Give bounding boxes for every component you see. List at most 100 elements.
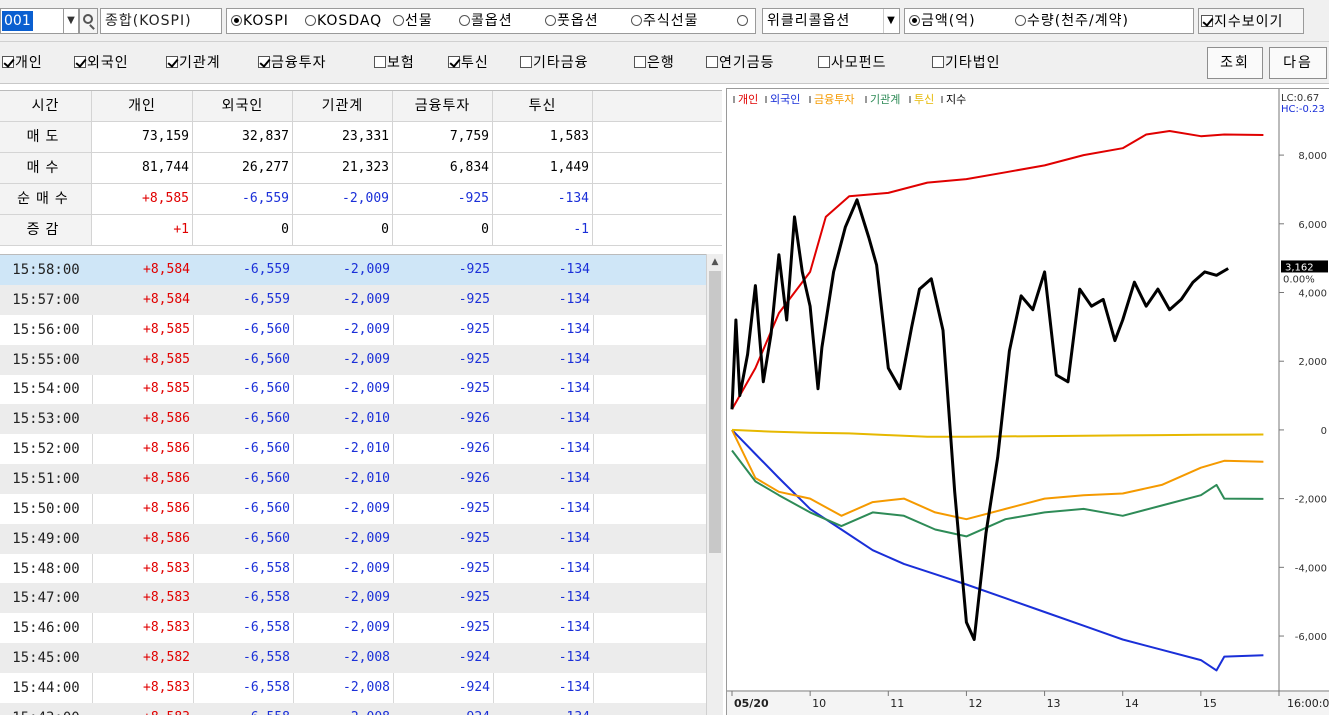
code-search-button[interactable] bbox=[79, 8, 98, 34]
summary-cell: 81,744 bbox=[92, 153, 193, 183]
chevron-down-icon: ▼ bbox=[883, 9, 899, 33]
legend-marker bbox=[733, 96, 735, 103]
row-value: -2,010 bbox=[343, 441, 390, 457]
row-value: +8,585 bbox=[143, 351, 190, 367]
row-value: -925 bbox=[458, 381, 490, 397]
filter-private-fund[interactable]: 사모펀드 bbox=[818, 53, 887, 73]
radio-stock-futures[interactable]: 주식선물 bbox=[631, 9, 699, 33]
radio-put-option[interactable]: 풋옵션 bbox=[545, 9, 599, 33]
row-value: -6,560 bbox=[243, 500, 290, 516]
filter-financial-investment[interactable]: 금융투자 bbox=[258, 53, 327, 73]
row-time: 15:49:00 bbox=[12, 530, 80, 547]
row-value: -134 bbox=[493, 703, 593, 715]
table-row[interactable]: 15:45:00 +8,582 -6,558 -2,008 -924 -134 bbox=[0, 643, 706, 674]
row-value: -925 bbox=[458, 321, 490, 337]
y-tick-label: -4,000 bbox=[1295, 563, 1327, 574]
row-value: -6,560 bbox=[243, 441, 290, 457]
table-row[interactable]: 15:51:00 +8,586 -6,560 -2,010 -926 -134 bbox=[0, 463, 706, 494]
table-row[interactable]: 15:55:00 +8,585 -6,560 -2,009 -925 -134 bbox=[0, 344, 706, 375]
row-value: +8,583 bbox=[143, 679, 190, 695]
radio-call-option[interactable]: 콜옵션 bbox=[459, 9, 513, 33]
filter-foreign[interactable]: 외국인 bbox=[74, 53, 129, 73]
row-time: 15:53:00 bbox=[12, 411, 80, 428]
column-header: 개인 bbox=[92, 91, 193, 121]
radio-amount[interactable]: 금액(억) bbox=[909, 9, 976, 33]
legend-entry: 기관계 bbox=[870, 93, 900, 106]
current-change-label: 0.00% bbox=[1283, 274, 1315, 285]
query-button[interactable]: 조회 bbox=[1207, 47, 1263, 79]
summary-cell: -2,009 bbox=[293, 184, 393, 214]
chevron-down-icon: ▼ bbox=[67, 15, 75, 26]
column-header: 금융투자 bbox=[393, 91, 493, 121]
next-button[interactable]: 다음 bbox=[1269, 47, 1327, 79]
row-value: -2,009 bbox=[343, 262, 390, 277]
row-value: +8,582 bbox=[143, 650, 190, 666]
checkbox-icon bbox=[1201, 15, 1213, 27]
table-row[interactable]: 15:53:00 +8,586 -6,560 -2,010 -926 -134 bbox=[0, 404, 706, 435]
table-row[interactable]: 15:54:00 +8,585 -6,560 -2,009 -925 -134 bbox=[0, 374, 706, 404]
row-value: -924 bbox=[458, 650, 490, 666]
row-time: 15:43:00 bbox=[0, 703, 92, 715]
row-value: -2,008 bbox=[343, 650, 390, 666]
table-row[interactable]: 15:56:00 +8,585 -6,560 -2,009 -925 -134 bbox=[0, 315, 706, 345]
filter-trust[interactable]: 투신 bbox=[448, 53, 489, 73]
y-tick-label: 2,000 bbox=[1298, 357, 1327, 368]
table-row[interactable]: 15:57:00 +8,584 -6,559 -2,009 -925 -134 bbox=[0, 284, 706, 315]
code-dropdown-button[interactable]: ▼ bbox=[64, 8, 79, 34]
row-value: -134 bbox=[558, 620, 590, 636]
code-input[interactable]: 001 bbox=[0, 8, 64, 34]
filter-institution[interactable]: 기관계 bbox=[166, 53, 221, 73]
filter-insurance[interactable]: 보험 bbox=[374, 53, 415, 73]
radio-kospi[interactable]: KOSPI bbox=[231, 9, 289, 33]
radio-dot-icon bbox=[1015, 15, 1026, 26]
scrollbar-thumb[interactable] bbox=[709, 271, 721, 553]
summary-cell: 1,449 bbox=[493, 153, 593, 183]
radio-kosdaq[interactable]: KOSDAQ bbox=[305, 9, 382, 33]
filter-bank[interactable]: 은행 bbox=[634, 53, 675, 73]
table-row[interactable]: 15:44:00 +8,583 -6,558 -2,008 -924 -134 bbox=[0, 673, 706, 703]
row-value: -6,558 bbox=[193, 703, 293, 715]
row-value: -134 bbox=[558, 590, 590, 606]
table-row[interactable]: 15:46:00 +8,583 -6,558 -2,009 -925 -134 bbox=[0, 613, 706, 643]
y-tick-label: -6,000 bbox=[1295, 632, 1327, 643]
filter-other-corp[interactable]: 기타법인 bbox=[932, 53, 1001, 73]
filter-pension[interactable]: 연기금등 bbox=[706, 53, 775, 73]
table-row[interactable]: 15:58:00 +8,584 -6,559 -2,009 -925 -134 bbox=[0, 255, 706, 285]
radio-quantity[interactable]: 수량(천주/계약) bbox=[1015, 9, 1129, 33]
summary-cell: 0 bbox=[193, 215, 293, 245]
x-tick-label: 15 bbox=[1203, 697, 1217, 710]
radio-dot-icon bbox=[545, 15, 556, 26]
row-time: 15:45:00 bbox=[12, 650, 80, 667]
row-value: -925 bbox=[458, 620, 490, 636]
x-tick-label: 05/20 bbox=[734, 697, 769, 710]
row-value: -134 bbox=[558, 679, 590, 695]
table-scrollbar[interactable]: ▲ bbox=[706, 254, 723, 715]
summary-row-label: 매도 bbox=[0, 122, 92, 152]
summary-cell: +8,585 bbox=[92, 184, 193, 214]
legend-marker bbox=[909, 96, 911, 103]
scroll-up-icon[interactable]: ▲ bbox=[707, 254, 723, 270]
row-value: -925 bbox=[458, 351, 490, 367]
summary-cell: 6,834 bbox=[393, 153, 493, 183]
radio-futures[interactable]: 선물 bbox=[393, 9, 433, 33]
x-tick-label: 11 bbox=[890, 697, 904, 710]
summary-cell: -134 bbox=[493, 184, 593, 214]
x-tick-label: 14 bbox=[1125, 697, 1139, 710]
filter-individual[interactable]: 개인 bbox=[2, 53, 43, 73]
minute-flow-table[interactable]: 15:58:00 +8,584 -6,559 -2,009 -925 -134 15:57:… bbox=[0, 254, 706, 715]
filter-other-finance[interactable]: 기타금융 bbox=[520, 53, 589, 73]
show-index-checkbox[interactable]: 지수보이기 bbox=[1198, 8, 1304, 34]
column-header-filler bbox=[593, 91, 722, 121]
table-row[interactable]: 15:52:00 +8,586 -6,560 -2,010 -926 -134 bbox=[0, 434, 706, 464]
row-value: -2,010 bbox=[343, 470, 390, 486]
table-row[interactable]: 15:48:00 +8,583 -6,558 -2,009 -925 -134 bbox=[0, 554, 706, 584]
table-row[interactable]: 15:49:00 +8,586 -6,560 -2,009 -925 -134 bbox=[0, 523, 706, 554]
row-value: -924 bbox=[458, 679, 490, 695]
radio-weekly[interactable] bbox=[737, 9, 749, 33]
column-header: 외국인 bbox=[193, 91, 293, 121]
table-row[interactable]: 15:47:00 +8,583 -6,558 -2,009 -925 -134 bbox=[0, 583, 706, 614]
table-row[interactable]: 15:43:00+8,583-6,558-2,008-924-134 bbox=[0, 702, 706, 715]
table-row[interactable]: 15:50:00 +8,586 -6,560 -2,009 -925 -134 bbox=[0, 494, 706, 524]
weekly-option-select[interactable]: 위클리콜옵션 ▼ bbox=[762, 8, 900, 34]
hc-label: HC:-0.23 bbox=[1281, 104, 1325, 115]
